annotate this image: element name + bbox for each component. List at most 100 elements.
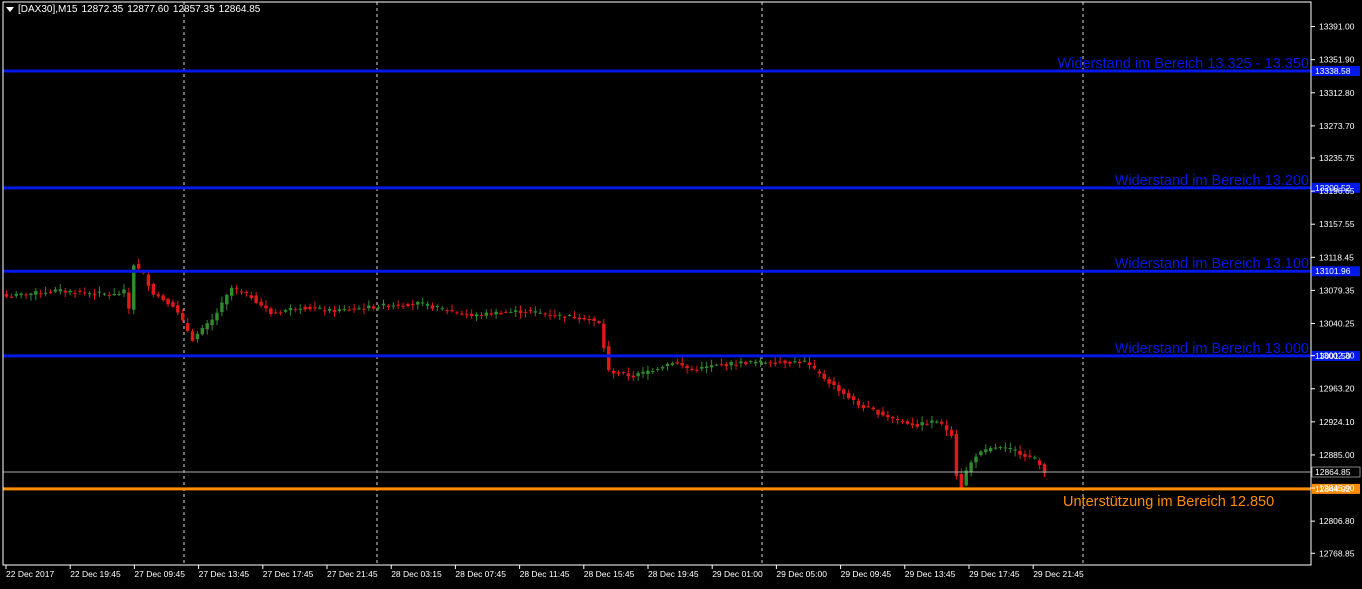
chart-header: [DAX30],M15 12872.35 12877.60 12857.35 12864…: [6, 4, 264, 15]
candle-body: [127, 292, 131, 309]
candle-body: [881, 411, 885, 416]
candle-body: [136, 264, 141, 269]
candle-body: [122, 289, 126, 294]
candle-body: [63, 290, 67, 293]
candle-body: [660, 367, 665, 369]
candle-body: [327, 309, 332, 311]
candle-body: [416, 301, 420, 305]
candle-body: [460, 313, 464, 315]
candle-body: [866, 406, 870, 408]
candle-body: [964, 470, 968, 486]
candle-body: [205, 323, 209, 330]
candle-body: [34, 291, 38, 295]
candle-body: [778, 361, 782, 363]
candle-body: [548, 315, 552, 317]
candle-body: [1003, 447, 1008, 449]
candle-body: [1028, 455, 1032, 457]
resistance-level-annotation: Widerstand im Bereich 13.000: [1115, 341, 1309, 357]
candle-body: [993, 447, 998, 449]
candle-body: [587, 318, 591, 320]
candle-body: [200, 327, 205, 335]
candle-body: [744, 362, 748, 365]
candle-body: [837, 385, 841, 392]
candle-body: [474, 314, 479, 317]
candle-body: [288, 308, 293, 311]
resistance-level-annotation: Widerstand im Bereich 13.200: [1115, 173, 1309, 189]
candle-body: [616, 372, 621, 374]
close-value: 12864.85: [218, 4, 261, 15]
candle-body: [538, 312, 542, 314]
y-tick-label: 12768.85: [1319, 548, 1355, 558]
x-tick-label: 28 Dec 19:45: [648, 569, 699, 579]
candle-body: [969, 462, 973, 472]
candle-body: [303, 306, 307, 310]
candle-body: [846, 393, 851, 399]
x-tick-label: 27 Dec 09:45: [134, 569, 185, 579]
candle-body: [401, 305, 405, 307]
candle-body: [1013, 449, 1017, 451]
resistance-level-annotation: Widerstand im Bereich 13.100: [1115, 256, 1309, 272]
candle-body: [753, 361, 758, 364]
candle-body: [1023, 454, 1027, 457]
candle-body: [518, 310, 523, 314]
menu-triangle-icon[interactable]: [6, 6, 14, 12]
candle-body: [469, 313, 474, 317]
candle-body: [367, 305, 371, 309]
candle-body: [195, 333, 200, 340]
y-tick-label: 13391.00: [1319, 22, 1355, 32]
candle-body: [313, 307, 317, 309]
candle-body: [827, 379, 831, 384]
candle-body: [979, 451, 983, 456]
y-tick-label: 12845.90: [1319, 483, 1355, 493]
candle-body: [611, 370, 616, 374]
candle-body: [1033, 457, 1037, 459]
candle-body: [479, 315, 484, 317]
candle-body: [812, 365, 817, 369]
candle-body: [758, 360, 763, 363]
y-tick-label: 13118.45: [1319, 252, 1354, 262]
candle-body: [146, 274, 151, 286]
candle-body: [734, 364, 738, 366]
candle-body: [435, 306, 440, 308]
candle-body: [602, 323, 606, 349]
candle-body: [895, 418, 900, 421]
y-tick-label: 13196.65: [1319, 186, 1355, 196]
x-tick-label: 29 Dec 05:00: [776, 569, 827, 579]
candle-body: [87, 293, 92, 295]
candle-body: [489, 313, 493, 315]
candle-body: [626, 373, 631, 376]
candle-body: [523, 311, 528, 313]
candle-body: [337, 309, 342, 312]
support-level-annotation: Unterstützung im Bereich 12.850: [1063, 494, 1274, 510]
candle-body: [112, 293, 116, 296]
candle-body: [225, 294, 229, 305]
candle-body: [685, 365, 689, 369]
candle-body: [440, 308, 444, 310]
high-value: 12877.60: [127, 4, 169, 15]
candle-body: [210, 319, 214, 326]
candle-body: [582, 317, 586, 320]
candle-body: [930, 420, 934, 423]
candle-body: [254, 295, 258, 303]
x-tick-label: 29 Dec 09:45: [841, 569, 892, 579]
candle-body: [406, 303, 410, 307]
candle-body: [39, 293, 43, 295]
candle-body: [572, 317, 577, 319]
candle-body: [185, 323, 190, 332]
candle-body: [347, 309, 351, 311]
candle-body: [117, 293, 121, 295]
y-tick-label: 12963.20: [1319, 384, 1355, 394]
candle-body: [323, 310, 327, 312]
candle-body: [425, 303, 430, 306]
candle-body: [861, 405, 866, 409]
x-tick-label: 22 Dec 19:45: [70, 569, 121, 579]
candle-body: [4, 294, 9, 297]
candle-body: [19, 293, 23, 296]
candle-body: [724, 364, 728, 367]
candle-body: [773, 362, 777, 365]
low-value: 12857.35: [172, 4, 215, 15]
candle-body: [411, 304, 415, 306]
candle-body: [78, 290, 82, 292]
candle-body: [494, 311, 498, 315]
candle-body: [298, 308, 302, 310]
